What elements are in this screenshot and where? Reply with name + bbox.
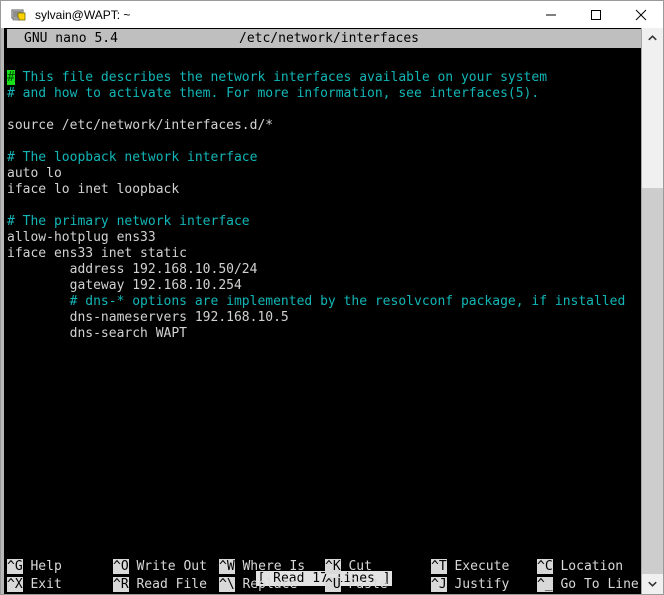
terminal-scrollbar[interactable] xyxy=(641,28,663,594)
help-shortcut-label: Execute xyxy=(446,559,510,574)
help-row-primary: ^G Help ^O Write Out ^W Where Is ^K Cut ^T E… xyxy=(7,558,641,576)
editor-line-text xyxy=(7,134,15,149)
scrollbar-thumb[interactable] xyxy=(642,48,663,188)
help-shortcut[interactable]: ^C Location xyxy=(537,558,623,576)
editor-line: auto lo xyxy=(7,166,641,182)
help-shortcut[interactable]: ^O Write Out xyxy=(113,558,207,576)
help-shortcut-label: Where Is xyxy=(234,559,306,574)
help-shortcut[interactable]: ^J Justify xyxy=(431,576,509,594)
help-shortcut[interactable]: ^T Execute xyxy=(431,558,509,576)
maximize-button[interactable] xyxy=(573,1,618,28)
editor-line-text xyxy=(7,198,15,213)
help-shortcut[interactable]: ^R Read File xyxy=(113,576,207,594)
editor-line-text: # and how to activate them. For more inf… xyxy=(7,86,540,101)
help-shortcut-key: ^R xyxy=(113,577,129,592)
editor-line: dns-search WAPT xyxy=(7,326,641,342)
editor-line: # dns-* options are implemented by the r… xyxy=(7,294,641,310)
editor-line: source /etc/network/interfaces.d/* xyxy=(7,118,641,134)
editor-line-text xyxy=(7,102,15,117)
editor-line-text: allow-hotplug ens33 xyxy=(7,230,156,245)
editor-line xyxy=(7,102,641,118)
help-shortcut-key: ^C xyxy=(537,559,553,574)
help-shortcut-label: Justify xyxy=(446,577,510,592)
editor-line-text: This file describes the network interfac… xyxy=(14,70,548,85)
help-shortcut[interactable]: ^W Where Is xyxy=(219,558,305,576)
help-shortcut[interactable]: ^\ Replace xyxy=(219,576,297,594)
help-shortcut-label: Read File xyxy=(128,577,207,592)
putty-terminal-icon xyxy=(11,7,27,23)
scroll-down-arrow-icon[interactable] xyxy=(642,574,663,594)
help-shortcut-label: Replace xyxy=(234,577,298,592)
editor-line: address 192.168.10.50/24 xyxy=(7,262,641,278)
help-shortcut-key: ^_ xyxy=(537,577,553,592)
help-shortcut-key: ^W xyxy=(219,559,235,574)
help-shortcut-label: Write Out xyxy=(128,559,207,574)
window-title: sylvain@WAPT: ~ xyxy=(35,7,131,22)
help-shortcut-key: ^U xyxy=(325,577,341,592)
editor-line-text: iface lo inet loopback xyxy=(7,182,180,197)
editor-line xyxy=(7,134,641,150)
nano-editor-area[interactable]: # This file describes the network interf… xyxy=(7,70,641,565)
editor-line-text: # dns-* options are implemented by the r… xyxy=(7,294,626,309)
help-shortcut-label: Go To Line xyxy=(552,577,639,592)
help-shortcut-label: Help xyxy=(22,559,62,574)
editor-line: # This file describes the network interf… xyxy=(7,70,641,86)
editor-line: allow-hotplug ens33 xyxy=(7,230,641,246)
nano-header-bar: GNU nano 5.4 /etc/network/interfaces xyxy=(7,29,641,48)
scrollbar-track[interactable] xyxy=(642,188,663,574)
editor-line-text: # The loopback network interface xyxy=(7,150,258,165)
editor-line: # and how to activate them. For more inf… xyxy=(7,86,641,102)
help-shortcut-label: Location xyxy=(552,559,624,574)
editor-line-text: dns-search WAPT xyxy=(7,326,188,341)
help-shortcut-label: Cut xyxy=(340,559,372,574)
window-controls xyxy=(528,1,663,28)
terminal-screen[interactable]: GNU nano 5.4 /etc/network/interfaces # T… xyxy=(7,28,641,594)
help-shortcut-key: ^J xyxy=(431,577,447,592)
editor-line-text: dns-nameservers 192.168.10.5 xyxy=(7,310,289,325)
help-shortcut-key: ^K xyxy=(325,559,341,574)
help-row-secondary: ^X Exit ^R Read File ^\ Replace ^U Paste ^J … xyxy=(7,576,641,594)
text-cursor: # xyxy=(7,70,15,85)
nano-filename-label: /etc/network/interfaces xyxy=(239,31,420,46)
editor-line: iface ens33 inet static xyxy=(7,246,641,262)
editor-line-text: # The primary network interface xyxy=(7,214,250,229)
help-shortcut[interactable]: ^_ Go To Line xyxy=(537,576,639,594)
editor-line xyxy=(7,198,641,214)
editor-line: dns-nameservers 192.168.10.5 xyxy=(7,310,641,326)
editor-line: gateway 192.168.10.254 xyxy=(7,278,641,294)
editor-line: # The loopback network interface xyxy=(7,150,641,166)
nano-help-bar: ^G Help ^O Write Out ^W Where Is ^K Cut ^T E… xyxy=(7,558,641,594)
editor-line-text: address 192.168.10.50/24 xyxy=(7,262,258,277)
help-shortcut-key: ^X xyxy=(7,577,23,592)
help-shortcut-key: ^O xyxy=(113,559,129,574)
help-shortcut-key: ^\ xyxy=(219,577,235,592)
editor-line-text: gateway 192.168.10.254 xyxy=(7,278,242,293)
editor-line: iface lo inet loopback xyxy=(7,182,641,198)
help-shortcut[interactable]: ^X Exit xyxy=(7,576,62,594)
help-shortcut-key: ^G xyxy=(7,559,23,574)
close-button[interactable] xyxy=(618,1,663,28)
help-shortcut-label: Paste xyxy=(340,577,388,592)
minimize-button[interactable] xyxy=(528,1,573,28)
scroll-up-arrow-icon[interactable] xyxy=(642,28,663,48)
help-shortcut[interactable]: ^K Cut xyxy=(325,558,372,576)
help-shortcut[interactable]: ^U Paste xyxy=(325,576,388,594)
window-titlebar[interactable]: sylvain@WAPT: ~ xyxy=(1,1,663,28)
help-shortcut-label: Exit xyxy=(22,577,62,592)
help-shortcut[interactable]: ^G Help xyxy=(7,558,62,576)
nano-version-label: GNU nano 5.4 xyxy=(24,31,118,46)
editor-line-text: auto lo xyxy=(7,166,62,181)
editor-line-text: source /etc/network/interfaces.d/* xyxy=(7,118,274,133)
editor-line-text: iface ens33 inet static xyxy=(7,246,188,261)
editor-line: # The primary network interface xyxy=(7,214,641,230)
terminal-frame: GNU nano 5.4 /etc/network/interfaces # T… xyxy=(1,28,663,594)
putty-window: sylvain@WAPT: ~ GNU nano 5.4 /etc/networ… xyxy=(0,0,664,595)
help-shortcut-key: ^T xyxy=(431,559,447,574)
